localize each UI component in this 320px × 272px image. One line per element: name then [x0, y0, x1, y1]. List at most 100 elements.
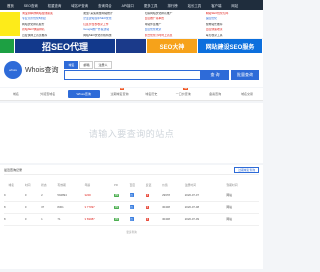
- tool-tab-label: 过期域名查询: [110, 92, 129, 96]
- nav-item[interactable]: 首页: [2, 3, 19, 8]
- search-input-row: 查 询 批量查询: [64, 69, 259, 80]
- search-tabs: 域名 邮箱 注册人: [64, 60, 259, 69]
- banner-ad-seo-agent[interactable]: 招SEO代理: [15, 39, 115, 53]
- tool-tab[interactable]: 过期域名查询 hot: [104, 88, 136, 96]
- table-row[interactable]: 8 0 1 71 ¥ 69087 PR 历 0 30408 2020-07-09 网站: [4, 213, 259, 225]
- cell-a: ¥ 69087: [84, 217, 95, 221]
- tool-tabs: 域名 外贸查域名 Whois查询 过期域名查询 hot 域名历史 一口价查询 hot 备案查询 域…: [0, 88, 263, 101]
- tool-tab[interactable]: 备案查询: [199, 92, 231, 96]
- ad-link[interactable]: 淘宝刷单群网站在线备案: [22, 12, 79, 16]
- nav-item[interactable]: 查询词合: [93, 3, 117, 8]
- nav-item[interactable]: SEO查询: [19, 3, 43, 8]
- recent-queries-panel: 最近查询记录 过期域名查询 域名 时间 状态 有效期 年龄 PR 百度 反链 价值 注册时间 到期时…: [0, 165, 263, 269]
- banner-ad-site-build[interactable]: 网站建设SEO服务: [198, 39, 262, 53]
- cell-s: 2: [41, 192, 43, 197]
- pr-badge: PR: [114, 218, 120, 221]
- tool-tab[interactable]: 域名历史: [136, 92, 168, 96]
- nav-item[interactable]: 网站: [226, 3, 243, 8]
- ad-link[interactable]: 红区价位秒收录工作: [83, 23, 140, 27]
- table-row[interactable]: 9 0 2 594894 ¥200 PR 历 0 29978 2020-07-07 网站: [4, 189, 259, 201]
- ad-link[interactable]: 搜狗站长推荐: [206, 23, 263, 27]
- ad-link[interactable]: 百度推广基本费: [145, 17, 202, 21]
- more-link[interactable]: 更多查询: [4, 230, 259, 234]
- ad-link[interactable]: Google推广外贸建站: [83, 28, 140, 32]
- tool-tab[interactable]: 域名交易: [231, 92, 263, 96]
- nav-item[interactable]: 站长工具: [183, 3, 207, 8]
- tool-tab[interactable]: 外贸查域名: [32, 92, 64, 96]
- panel-title: 最近查询记录: [4, 167, 23, 172]
- cell-name: [9, 201, 25, 213]
- tool-tab-label: 一口价查询: [175, 92, 191, 96]
- ad-link[interactable]: 聚合优化小时时上首页: [145, 34, 202, 38]
- banner-ad-3[interactable]: [116, 39, 146, 53]
- ad-columns: 淘宝刷单群网站在线备案 爬虫/ 采集刷量网站统计 无锡网站优化排名推广 网站SEO优化…: [22, 12, 263, 38]
- cell-t: 0: [24, 192, 27, 197]
- column-header: 百度: [129, 183, 136, 187]
- page-title: Whois查询: [25, 67, 59, 74]
- tool-tab[interactable]: Whois查询: [67, 90, 100, 98]
- cell-t: 0: [24, 205, 27, 209]
- tool-tab[interactable]: 一口价查询 hot: [167, 88, 199, 96]
- cell-pr: PR: [114, 201, 129, 213]
- batch-query-button[interactable]: 批量查询: [231, 69, 259, 80]
- cell-pr: PR: [114, 213, 129, 225]
- search-area: 域名 邮箱 注册人 查 询 批量查询: [64, 60, 259, 80]
- whois-logo: whois: [4, 61, 22, 79]
- query-button[interactable]: 查 询: [201, 69, 229, 80]
- ad-link[interactable]: 每天收录工具: [206, 34, 263, 38]
- banner-ad-seo-master[interactable]: SEO大神: [147, 39, 197, 53]
- bd-badge: 历: [129, 205, 134, 209]
- ad-link[interactable]: 专业竞价优化8折起: [22, 17, 79, 21]
- tab-registrant[interactable]: 注册人: [94, 60, 112, 69]
- nav-item[interactable]: 客户端: [206, 3, 226, 8]
- ad-link[interactable]: 百度优化收录: [145, 28, 202, 32]
- ad-link[interactable]: 企业建站包年SEO优化: [83, 17, 140, 21]
- search-bar: whois Whois查询 域名 邮箱 注册人 查 询 批量查询: [0, 53, 263, 87]
- cell-s: 1: [41, 217, 43, 221]
- bd-badge: 历: [129, 192, 134, 197]
- ad-link[interactable]: 无锡网站优化排名推广: [145, 12, 202, 16]
- column-header: PR: [114, 183, 118, 187]
- ad-link[interactable]: 新站SEO快速排名: [22, 28, 79, 32]
- tool-tab-label: 外贸查域名: [40, 92, 56, 96]
- fl-badge: 0: [145, 193, 150, 197]
- tab-domain[interactable]: 域名: [64, 60, 79, 69]
- ad-link[interactable]: 百度快速收录: [206, 28, 263, 32]
- nav-item[interactable]: 更多工具: [139, 3, 163, 8]
- nav-item[interactable]: 域名IP查询: [66, 3, 93, 8]
- tool-tab-label: 域名交易: [241, 92, 254, 96]
- column-header: 域名: [8, 183, 15, 187]
- tool-tab[interactable]: 域名: [0, 92, 32, 96]
- cell-yr: 30408: [162, 205, 170, 209]
- column-header: 价值: [162, 183, 168, 187]
- cell-pr: PR: [114, 189, 129, 201]
- ad-link[interactable]: 速度优化: [206, 17, 263, 21]
- nav-item[interactable]: 排行榜: [162, 3, 182, 8]
- ad-link[interactable]: 爬虫/ 采集刷量网站统计: [83, 12, 140, 16]
- ad-link[interactable]: 网站优化排名服务: [22, 23, 79, 27]
- recent-queries-table: 域名 时间 状态 有效期 年龄 PR 百度 反链 价值 注册时间 到期时间 9 0 2 594894 ¥20…: [4, 181, 259, 226]
- top-nav: 首页 SEO查询 权重查询 域名IP查询 查询词合 API接口 更多工具 排行榜 站长工具 客户端…: [0, 0, 263, 10]
- cell-t: 0: [24, 217, 27, 221]
- nav-item[interactable]: 权重查询: [43, 3, 67, 8]
- ad-link[interactable]: 网站SEO优化包年: [206, 12, 263, 16]
- table-row[interactable]: 8 0 37 8301 ¥ 77097 PR 历 0 30408 2020-07-08 网站: [4, 201, 259, 213]
- cell-exp: 网站: [226, 205, 232, 209]
- cell-bd: 历: [129, 189, 146, 201]
- ad-link[interactable]: 网站SEO优化价格特惠: [83, 34, 140, 38]
- ad-link[interactable]: 百度快排上首页推荐: [22, 34, 79, 38]
- result-placeholder: 请输入要查询的站点: [0, 103, 263, 163]
- cell-bd: 历: [129, 213, 146, 225]
- ad-thumbnail[interactable]: [0, 12, 20, 36]
- expired-domain-link[interactable]: 过期域名查询: [234, 166, 259, 173]
- placeholder-text: 请输入要查询的站点: [88, 128, 175, 139]
- nav-item[interactable]: API接口: [117, 3, 139, 8]
- search-input[interactable]: [64, 69, 201, 80]
- cell-a: ¥ 77097: [84, 205, 95, 209]
- cell-exp: 网站: [226, 192, 232, 197]
- banner-ad-1[interactable]: [0, 39, 14, 53]
- tab-email[interactable]: 邮箱: [79, 60, 94, 69]
- tool-tab-label: Whois查询: [76, 92, 91, 96]
- ad-link[interactable]: 网站外链推广: [145, 23, 202, 27]
- cell-fl: 0: [145, 201, 162, 213]
